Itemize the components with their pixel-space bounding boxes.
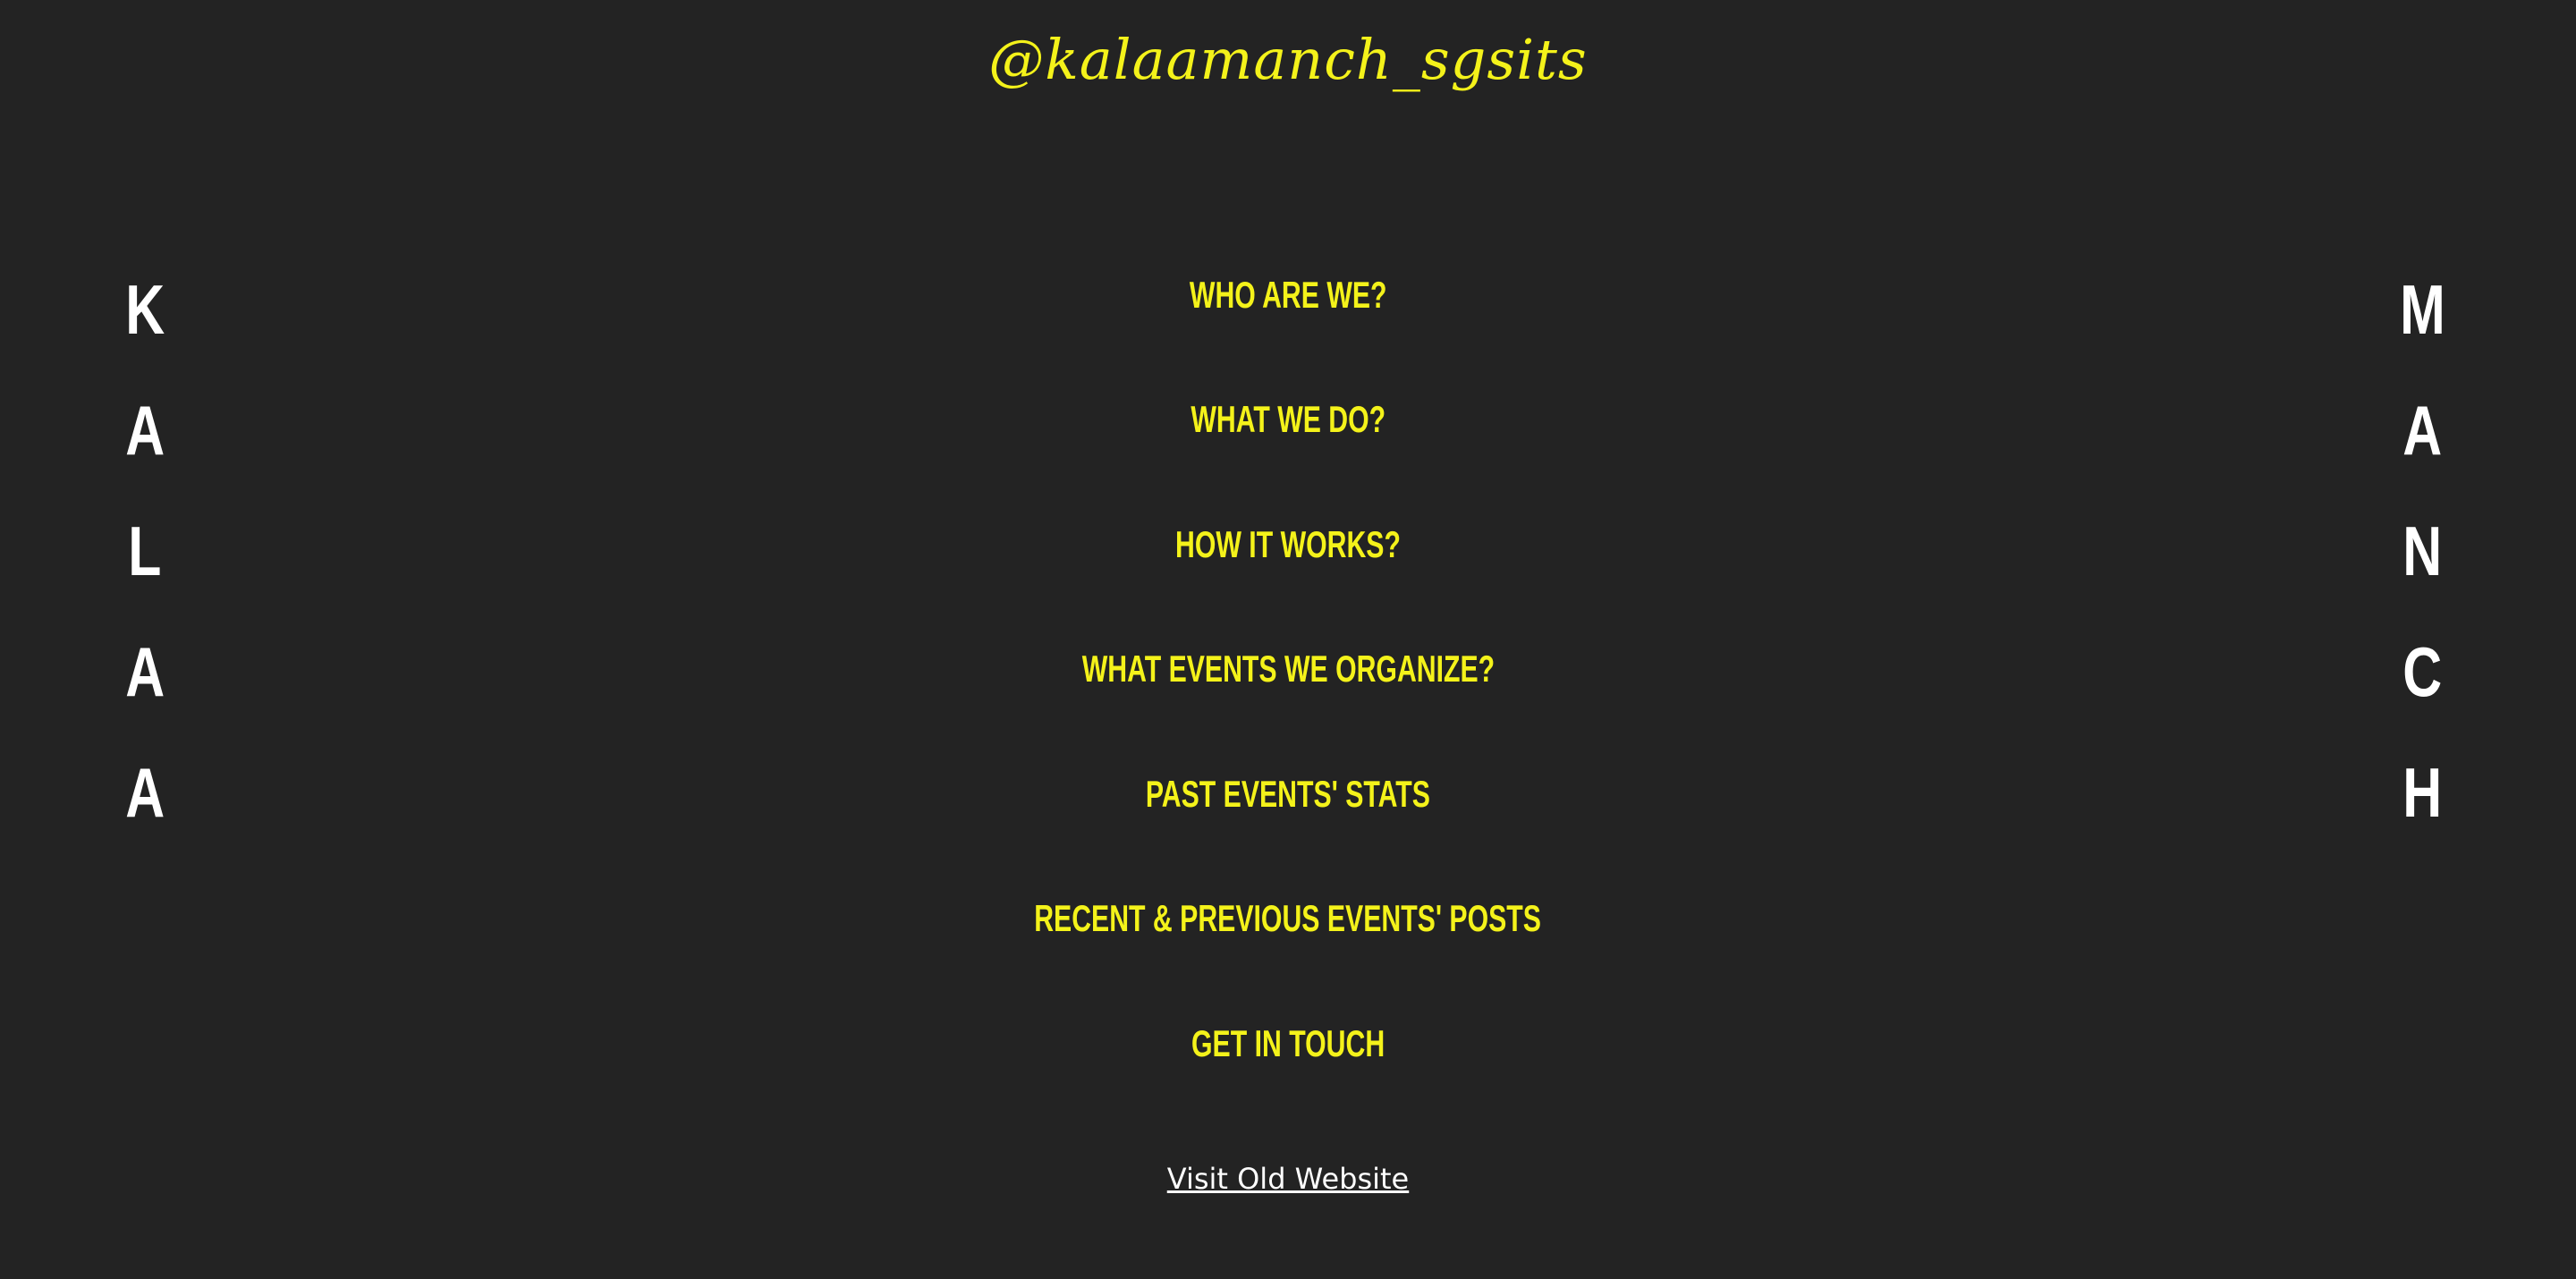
nav-link-what-we-do[interactable]: WHAT WE DO?: [1191, 393, 1385, 446]
nav-link-events-posts[interactable]: RECENT & PREVIOUS EVENTS' POSTS: [1035, 892, 1542, 945]
nav-link-events-we-organize[interactable]: WHAT EVENTS WE ORGANIZE?: [1081, 642, 1494, 696]
nav-item: PAST EVENTS' STATS: [0, 732, 2576, 857]
instagram-handle-link[interactable]: @kalaamanch_sgsits: [0, 20, 2576, 100]
nav-link-past-events-stats[interactable]: PAST EVENTS' STATS: [1146, 767, 1430, 821]
nav-link-who-are-we[interactable]: WHO ARE WE?: [1190, 268, 1387, 322]
nav-item: HOW IT WORKS?: [0, 482, 2576, 607]
nav-item: GET IN TOUCH: [0, 981, 2576, 1106]
nav-item: WHAT WE DO?: [0, 358, 2576, 483]
nav-link-get-in-touch[interactable]: GET IN TOUCH: [1191, 1017, 1385, 1071]
footer: Visit Old Website: [0, 1157, 2576, 1200]
nav-item: WHO ARE WE?: [0, 233, 2576, 358]
nav-link-how-it-works[interactable]: HOW IT WORKS?: [1175, 518, 1401, 572]
nav-item: RECENT & PREVIOUS EVENTS' POSTS: [0, 857, 2576, 982]
visit-old-website-link[interactable]: Visit Old Website: [1167, 1162, 1409, 1196]
main-nav: WHO ARE WE? WHAT WE DO? HOW IT WORKS? WH…: [0, 233, 2576, 1106]
nav-item: WHAT EVENTS WE ORGANIZE?: [0, 607, 2576, 733]
